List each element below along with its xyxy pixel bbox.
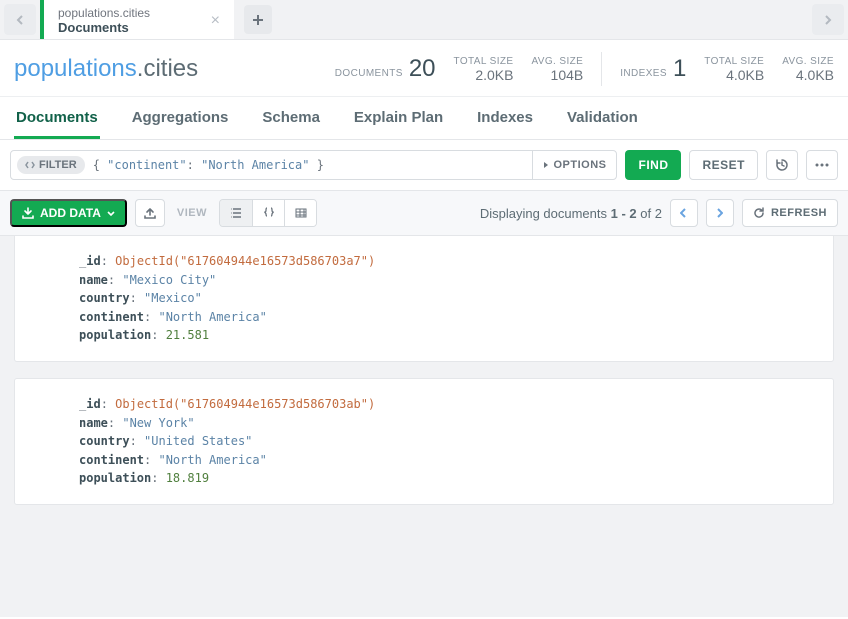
tab-subtitle: Documents — [58, 20, 150, 36]
stat-indexes: INDEXES 1 — [620, 57, 686, 81]
download-icon — [22, 207, 34, 219]
collection-subtabs: Documents Aggregations Schema Explain Pl… — [0, 97, 848, 140]
export-button[interactable] — [135, 199, 165, 227]
page-next-button[interactable] — [706, 199, 734, 227]
filter-input[interactable]: { "continent": "North America" } — [85, 158, 533, 172]
chevron-right-icon — [824, 15, 832, 25]
new-tab-button[interactable] — [244, 5, 272, 34]
pagination-status: Displaying documents 1 - 2 of 2 — [480, 206, 662, 221]
tab-aggregations[interactable]: Aggregations — [130, 97, 231, 139]
documents-list: _id: ObjectId("617604944e16573d586703a7"… — [0, 236, 848, 617]
doc-field: population: 18.819 — [79, 469, 817, 488]
view-label: VIEW — [173, 207, 211, 219]
namespace-title: populations.cities — [14, 55, 198, 83]
more-menu-button[interactable] — [806, 150, 838, 180]
caret-right-icon — [543, 161, 549, 169]
code-icon — [25, 160, 35, 170]
refresh-icon — [753, 207, 765, 219]
view-list-button[interactable] — [220, 200, 252, 226]
page-prev-button[interactable] — [670, 199, 698, 227]
doc-field: continent: "North America" — [79, 308, 817, 327]
doc-field: country: "Mexico" — [79, 289, 817, 308]
stat-avg-size: AVG. SIZE 104B — [531, 56, 583, 83]
collection-stats: DOCUMENTS 20 TOTAL SIZE 2.0KB AVG. SIZE … — [335, 52, 834, 86]
add-data-button[interactable]: ADD DATA — [10, 199, 127, 227]
filter-badge: FILTER — [17, 156, 85, 174]
chevron-left-icon — [680, 208, 687, 218]
view-table-button[interactable] — [284, 200, 316, 226]
doc-field-id: _id: ObjectId("617604944e16573d586703a7"… — [79, 252, 817, 271]
documents-toolbar: ADD DATA VIEW Displaying documents 1 - 2… — [0, 191, 848, 236]
upload-icon — [144, 207, 156, 219]
view-mode-segment — [219, 199, 317, 227]
namespace-collection: cities — [143, 55, 198, 82]
namespace-db[interactable]: populations — [14, 55, 137, 82]
find-button[interactable]: FIND — [625, 150, 681, 180]
doc-field: name: "Mexico City" — [79, 271, 817, 290]
tab-validation[interactable]: Validation — [565, 97, 640, 139]
namespace-header: populations.cities DOCUMENTS 20 TOTAL SI… — [0, 40, 848, 97]
history-button[interactable] — [766, 150, 798, 180]
options-button[interactable]: OPTIONS — [532, 151, 616, 179]
tab-explain-plan[interactable]: Explain Plan — [352, 97, 445, 139]
tab-indexes[interactable]: Indexes — [475, 97, 535, 139]
doc-field: population: 21.581 — [79, 326, 817, 345]
stat-idx-total-size: TOTAL SIZE 4.0KB — [704, 56, 764, 83]
tab-next-button[interactable] — [812, 4, 844, 35]
plus-icon — [252, 14, 264, 26]
tab-schema[interactable]: Schema — [260, 97, 322, 139]
chevron-left-icon — [16, 15, 24, 25]
braces-icon — [263, 207, 275, 219]
stat-idx-avg-size: AVG. SIZE 4.0KB — [782, 56, 834, 83]
doc-field-id: _id: ObjectId("617604944e16573d586703ab"… — [79, 395, 817, 414]
tab-title: populations.cities — [58, 6, 150, 20]
caret-down-icon — [107, 211, 115, 216]
doc-field: continent: "North America" — [79, 451, 817, 470]
view-json-button[interactable] — [252, 200, 284, 226]
stat-documents: DOCUMENTS 20 — [335, 57, 436, 81]
divider — [601, 52, 602, 86]
collection-tab[interactable]: populations.cities Documents × — [40, 0, 234, 39]
tab-prev-button[interactable] — [4, 4, 36, 35]
filter-input-wrap: FILTER { "continent": "North America" } … — [10, 150, 617, 180]
document-card[interactable]: _id: ObjectId("617604944e16573d586703a7"… — [14, 236, 834, 362]
refresh-button[interactable]: REFRESH — [742, 199, 838, 227]
stat-total-size: TOTAL SIZE 2.0KB — [454, 56, 514, 83]
history-icon — [775, 158, 789, 172]
tab-labels: populations.cities Documents — [58, 6, 150, 36]
ellipsis-icon — [815, 163, 829, 167]
list-icon — [230, 208, 242, 218]
filter-bar: FILTER { "continent": "North America" } … — [0, 140, 848, 191]
chevron-right-icon — [716, 208, 723, 218]
reset-button[interactable]: RESET — [689, 150, 758, 180]
close-icon[interactable]: × — [207, 12, 224, 30]
document-card[interactable]: _id: ObjectId("617604944e16573d586703ab"… — [14, 378, 834, 505]
doc-field: country: "United States" — [79, 432, 817, 451]
table-icon — [295, 208, 307, 218]
doc-field: name: "New York" — [79, 414, 817, 433]
tab-bar: populations.cities Documents × — [0, 0, 848, 40]
tab-documents[interactable]: Documents — [14, 97, 100, 139]
